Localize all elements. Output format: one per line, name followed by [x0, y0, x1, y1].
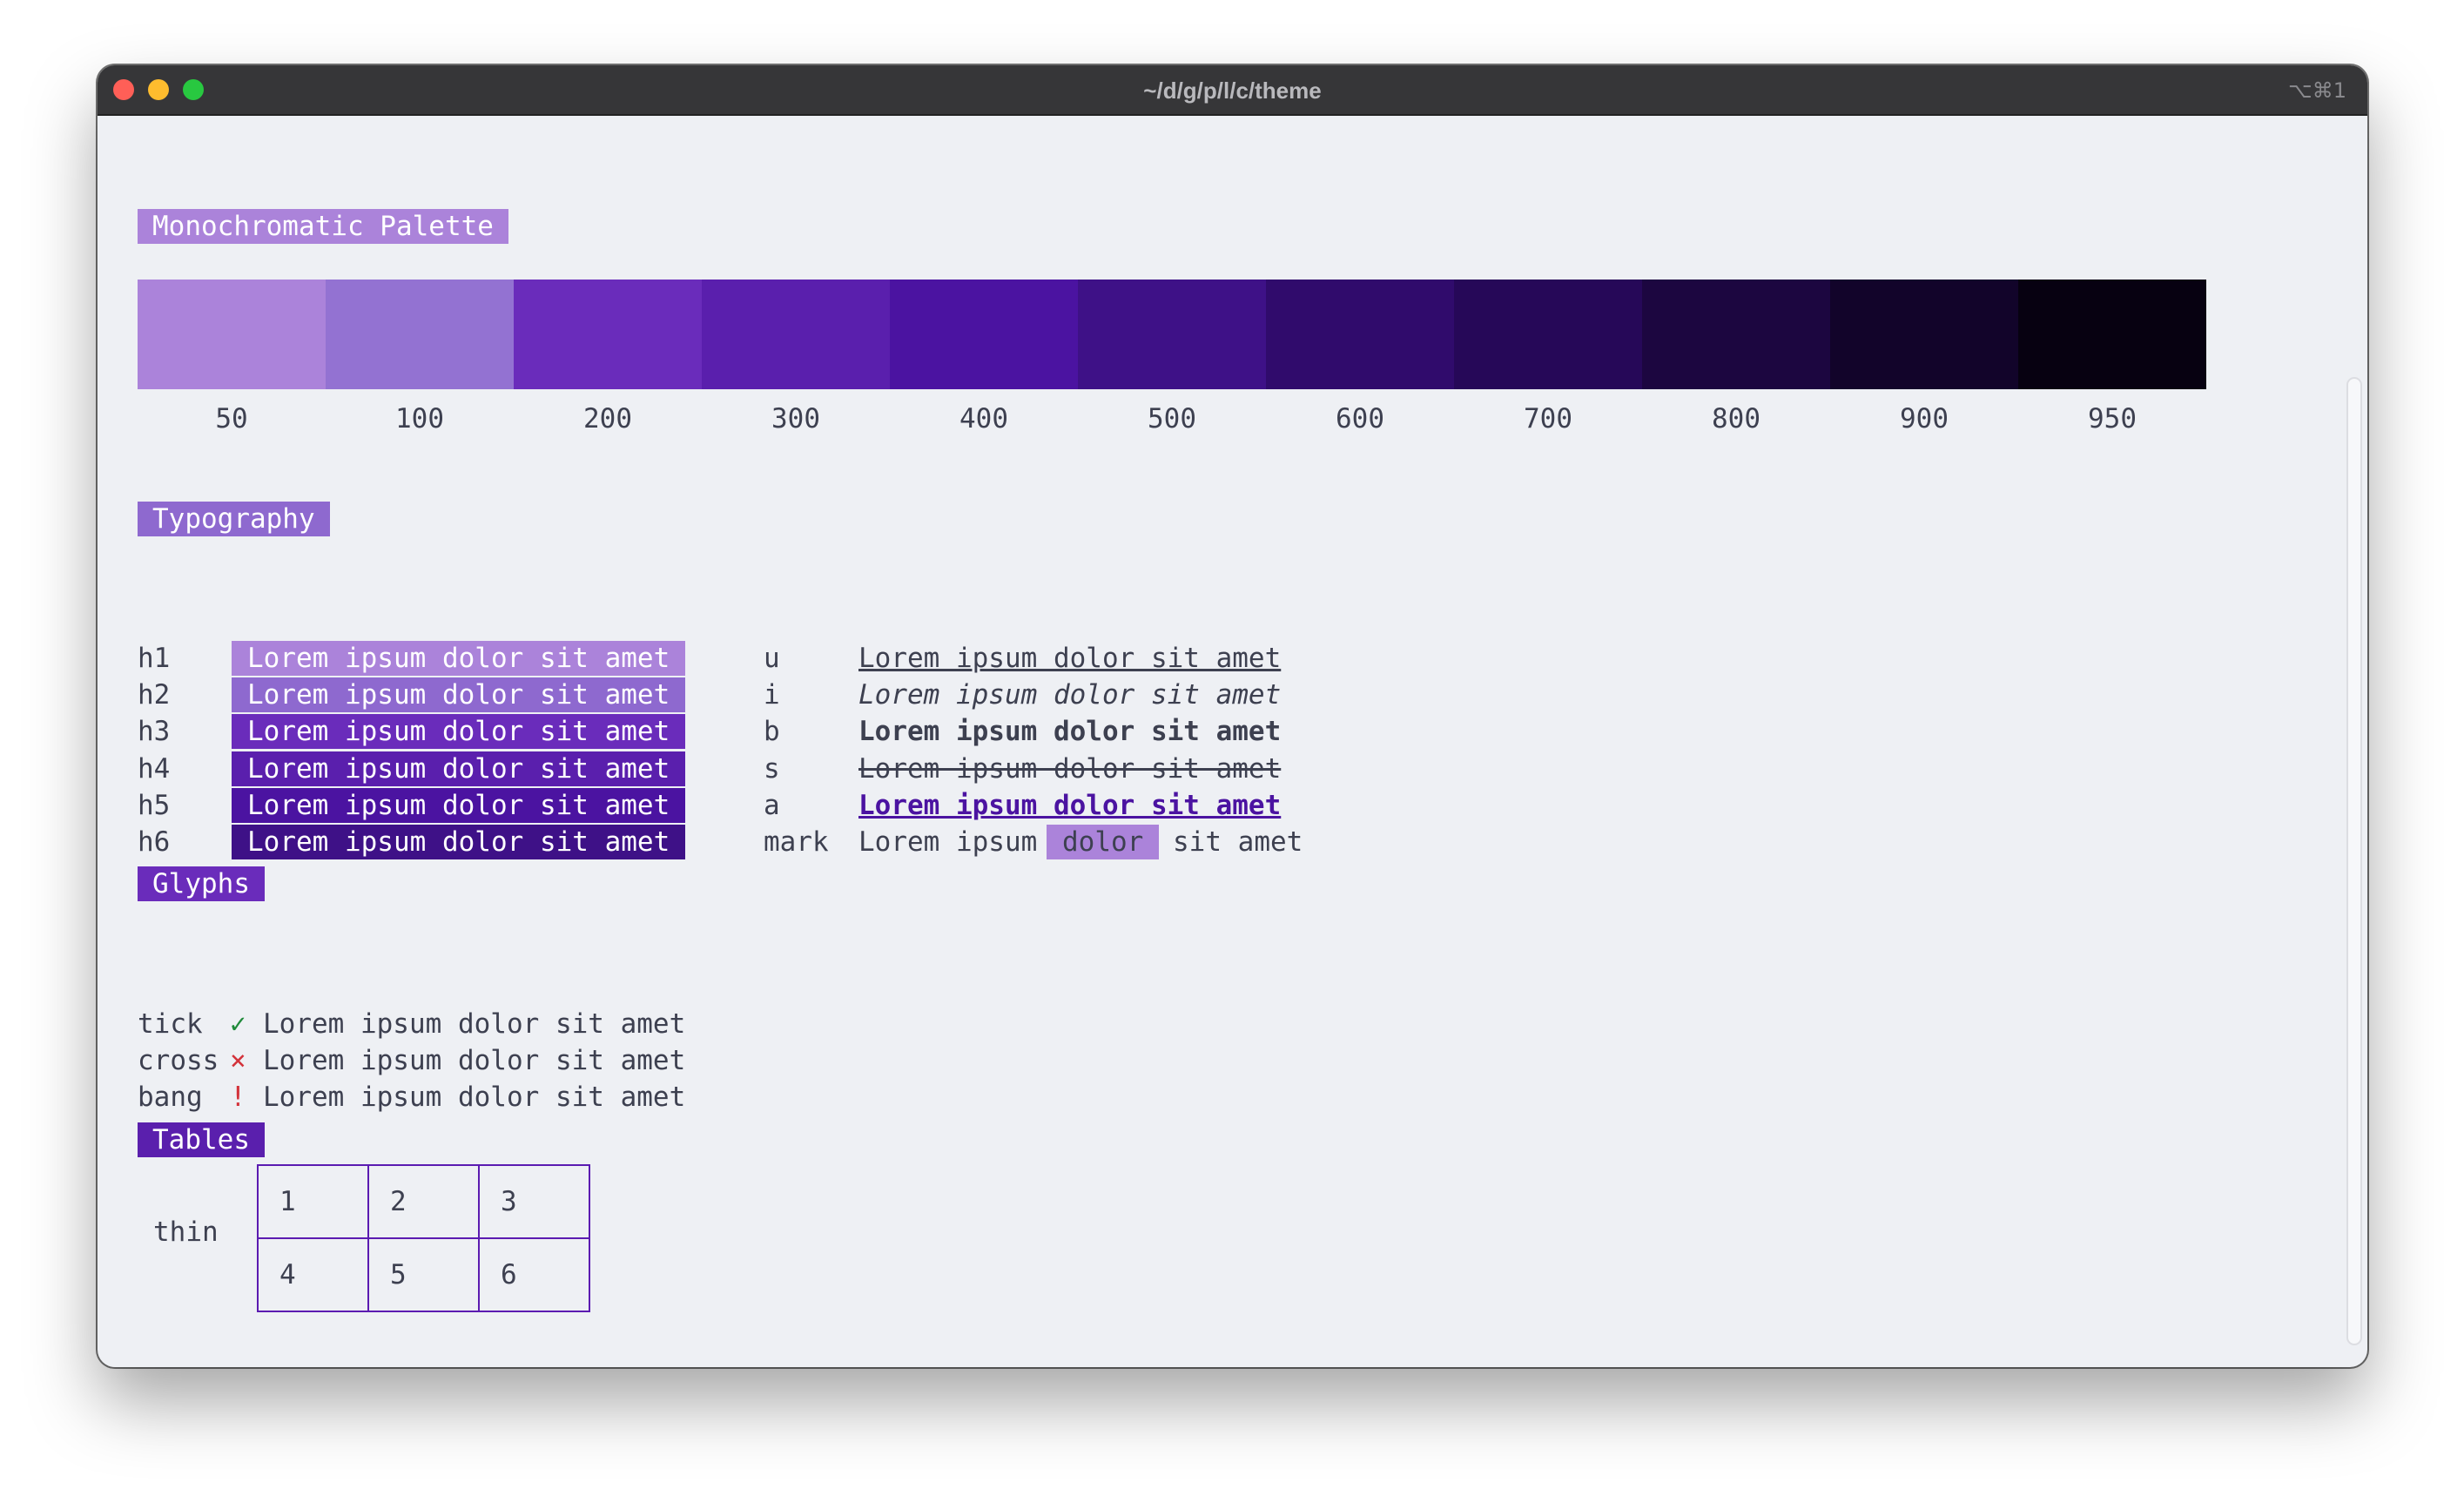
palette-swatch-950: [2018, 280, 2206, 389]
scrollbar[interactable]: [2346, 377, 2362, 1345]
typography-heading: Typography: [138, 502, 330, 536]
palette-swatch-50: [138, 280, 326, 389]
style-sample-u: Lorem ipsum dolor sit amet: [858, 643, 1282, 674]
palette-label-500: 500: [1148, 403, 1196, 435]
palette-swatch-500: [1078, 280, 1266, 389]
table-cell: 4: [257, 1237, 369, 1312]
cross-icon: ×: [230, 1045, 246, 1076]
palette-label-600: 600: [1336, 403, 1384, 435]
palette-swatches: [138, 280, 2206, 389]
table-cell: 3: [478, 1164, 590, 1239]
palette-label-900: 900: [1900, 403, 1949, 435]
palette-swatch-100: [326, 280, 514, 389]
style-tag-u: u: [764, 643, 780, 674]
palette-label-700: 700: [1524, 403, 1572, 435]
palette-swatch-400: [890, 280, 1078, 389]
palette-label-800: 800: [1712, 403, 1760, 435]
style-tag-b: b: [764, 716, 780, 748]
table-row: 456: [257, 1237, 590, 1312]
tables-heading: Tables: [138, 1122, 265, 1157]
heading-sample-h5: Lorem ipsum dolor sit amet: [232, 787, 686, 823]
glyphs-heading: Glyphs: [138, 866, 265, 901]
tick-icon: ✓: [230, 1008, 246, 1040]
mark-sample-after: sit amet: [1173, 826, 1303, 858]
palette-label-300: 300: [771, 403, 820, 435]
palette-swatch-900: [1830, 280, 2018, 389]
palette-label-200: 200: [583, 403, 632, 435]
style-tag-i: i: [764, 679, 780, 711]
heading-sample-h6: Lorem ipsum dolor sit amet: [232, 825, 686, 859]
mark-sample-highlight: dolor: [1047, 825, 1160, 859]
table-cell: 5: [367, 1237, 480, 1312]
palette-label-50: 50: [215, 403, 248, 435]
heading-tag-h5: h5: [138, 789, 171, 821]
glyph-text-cross: Lorem ipsum dolor sit amet: [263, 1045, 686, 1076]
palette-swatch-800: [1642, 280, 1830, 389]
palette-label-400: 400: [959, 403, 1008, 435]
heading-tag-h3: h3: [138, 716, 171, 748]
heading-sample-h4: Lorem ipsum dolor sit amet: [232, 751, 686, 786]
heading-sample-h2: Lorem ipsum dolor sit amet: [232, 677, 686, 713]
title-bar: ~/d/g/p/l/c/theme ⌥⌘1: [98, 65, 2367, 116]
terminal-content[interactable]: Monochromatic Palette 50 100 200 300 400 500 6…: [98, 116, 2367, 1367]
table-label-thin: thin: [153, 1216, 219, 1248]
style-sample-b: Lorem ipsum dolor sit amet: [858, 716, 1282, 748]
mark-sample-before: Lorem ipsum: [858, 826, 1038, 858]
glyph-name-tick: tick: [138, 1008, 203, 1040]
heading-tag-h1: h1: [138, 643, 171, 674]
glyph-text-bang: Lorem ipsum dolor sit amet: [263, 1082, 686, 1113]
palette-swatch-200: [514, 280, 702, 389]
palette-label-950: 950: [2088, 403, 2137, 435]
palette-label-100: 100: [395, 403, 444, 435]
table-cell: 6: [478, 1237, 590, 1312]
table-cell: 1: [257, 1164, 369, 1239]
glyph-text-tick: Lorem ipsum dolor sit amet: [263, 1008, 686, 1040]
table-cell: 2: [367, 1164, 480, 1239]
style-tag-mark: mark: [764, 826, 829, 858]
style-sample-s: Lorem ipsum dolor sit amet: [858, 752, 1282, 785]
heading-tag-h2: h2: [138, 679, 171, 711]
glyph-name-bang: bang: [138, 1082, 203, 1113]
heading-tag-h4: h4: [138, 752, 171, 785]
thin-table: 123456: [257, 1164, 590, 1312]
style-tag-a: a: [764, 789, 780, 821]
glyph-name-cross: cross: [138, 1045, 219, 1076]
palette-swatch-700: [1454, 280, 1642, 389]
palette-labels: 50 100 200 300 400 500 600 700 800 900 950: [138, 403, 2206, 435]
bang-icon: !: [230, 1082, 246, 1113]
style-sample-a[interactable]: Lorem ipsum dolor sit amet: [858, 788, 1281, 823]
heading-tag-h6: h6: [138, 826, 171, 858]
heading-sample-h3: Lorem ipsum dolor sit amet: [232, 714, 686, 750]
window-title: ~/d/g/p/l/c/theme: [1143, 77, 1322, 104]
style-sample-i: Lorem ipsum dolor sit amet: [858, 679, 1282, 711]
table-row: 123: [257, 1164, 590, 1239]
terminal-window: ~/d/g/p/l/c/theme ⌥⌘1 Monochromatic Pale…: [98, 65, 2367, 1367]
palette-swatch-300: [702, 280, 890, 389]
window-shortcut-label: ⌥⌘1: [2288, 78, 2346, 103]
style-tag-s: s: [764, 752, 780, 785]
heading-sample-h1: Lorem ipsum dolor sit amet: [232, 641, 686, 676]
palette-swatch-600: [1266, 280, 1454, 389]
palette-heading: Monochromatic Palette: [138, 209, 508, 244]
